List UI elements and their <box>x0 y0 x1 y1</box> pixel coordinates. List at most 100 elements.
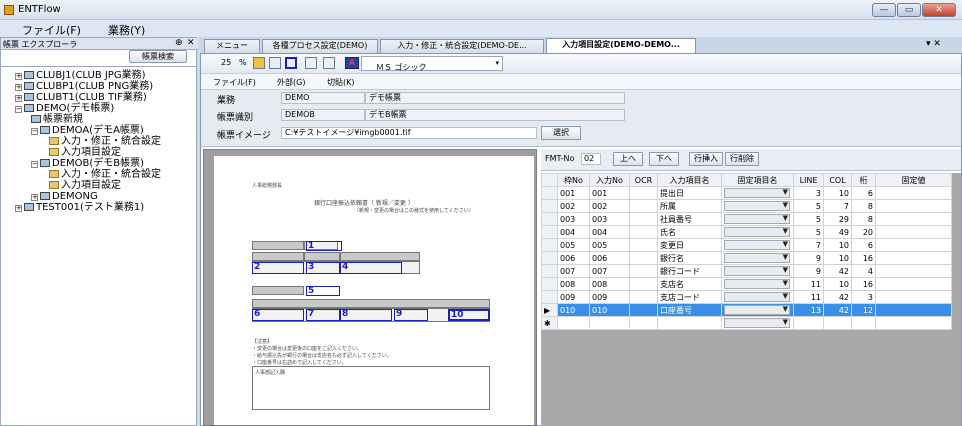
fixed-item-select[interactable] <box>724 240 790 250</box>
window-icon[interactable] <box>323 57 335 69</box>
table-cell[interactable] <box>875 225 952 239</box>
table-row[interactable]: 001001 提出日 3106 <box>541 186 952 200</box>
table-cell[interactable]: 008 <box>557 277 590 291</box>
table-cell[interactable]: 002 <box>589 199 630 213</box>
tab-close-icon[interactable]: ▾ ✕ <box>926 39 941 49</box>
new-row-icon[interactable]: ✱ <box>541 316 558 330</box>
table-cell[interactable] <box>629 303 658 317</box>
table-cell[interactable] <box>875 303 952 317</box>
close-button[interactable]: ✕ <box>922 3 956 17</box>
field-box-2[interactable]: 2 <box>252 262 304 274</box>
table-cell[interactable]: 010 <box>589 303 630 317</box>
minimize-button[interactable]: — <box>872 3 896 17</box>
table-cell[interactable]: 010 <box>557 303 590 317</box>
image-viewer[interactable]: 人事総務部長 銀行口座振込依頼書（ 新規／変更 ） （新規・変更の場合はこの様式… <box>203 149 537 426</box>
zoom-value[interactable]: 25 <box>221 58 231 67</box>
tree-node-clubt1[interactable]: + CLUBT1(CLUB TIF業務) <box>15 92 147 103</box>
tab-menu[interactable]: メニュー <box>204 39 260 53</box>
pin-icon[interactable]: ⊕ <box>175 38 183 48</box>
table-cell[interactable]: 3 <box>793 186 824 200</box>
fixed-item-select[interactable] <box>724 201 790 211</box>
collapse-icon[interactable]: − <box>31 128 38 135</box>
table-cell[interactable]: 5 <box>793 225 824 239</box>
table-cell[interactable] <box>657 316 722 330</box>
table-cell[interactable] <box>875 199 952 213</box>
table-cell[interactable]: 8 <box>851 199 876 213</box>
table-cell[interactable]: 所属 <box>657 199 722 213</box>
table-cell[interactable] <box>629 290 658 304</box>
fixed-item-combo[interactable] <box>721 264 794 278</box>
zoom-percent-icon[interactable]: % <box>239 58 247 67</box>
table-cell[interactable]: 005 <box>557 238 590 252</box>
fixed-item-select[interactable] <box>724 227 790 237</box>
field-box-1[interactable]: 1 <box>306 241 342 251</box>
table-cell[interactable]: 10 <box>823 251 852 265</box>
table-cell[interactable]: 6 <box>851 238 876 252</box>
fixed-item-combo[interactable] <box>721 277 794 291</box>
fixed-item-combo[interactable] <box>721 251 794 265</box>
tree-node-demoa[interactable]: − DEMOA(デモA帳票) <box>31 125 144 136</box>
table-cell[interactable]: 29 <box>823 212 852 226</box>
table-cell[interactable]: 11 <box>793 277 824 291</box>
table-cell[interactable]: 007 <box>557 264 590 278</box>
tree-node-demoa-item-settings[interactable]: 入力項目設定 <box>49 147 121 158</box>
table-cell[interactable]: 12 <box>851 303 876 317</box>
table-cell[interactable] <box>629 277 658 291</box>
image-path-field[interactable]: C:¥テストイメージ¥imgb0001.tif <box>281 127 537 139</box>
col-header[interactable]: 固定項目名 <box>721 173 794 187</box>
field-box-4[interactable]: 4 <box>340 262 402 274</box>
fit-icon[interactable] <box>305 57 317 69</box>
field-box-3[interactable]: 3 <box>306 262 340 274</box>
table-cell[interactable]: 提出日 <box>657 186 722 200</box>
table-cell[interactable]: 3 <box>851 290 876 304</box>
table-cell[interactable]: 5 <box>793 199 824 213</box>
expand-icon[interactable]: + <box>15 205 22 212</box>
table-row[interactable]: 002002 所属 578 <box>541 199 952 213</box>
table-cell[interactable]: 003 <box>589 212 630 226</box>
fixed-item-combo[interactable] <box>721 212 794 226</box>
field-box-10[interactable]: 10 <box>448 309 490 321</box>
fixed-item-select[interactable] <box>724 266 790 276</box>
fixed-item-select[interactable] <box>724 279 790 289</box>
insert-row-button[interactable]: 行挿入 <box>689 152 723 166</box>
fixed-item-combo[interactable] <box>721 290 794 304</box>
table-row[interactable]: 004004 氏名 54920 <box>541 225 952 239</box>
table-cell[interactable]: 10 <box>823 277 852 291</box>
table-cell[interactable]: 9 <box>793 251 824 265</box>
table-cell[interactable]: 13 <box>793 303 824 317</box>
form-search-button[interactable]: 帳票検索 <box>129 50 187 63</box>
fixed-item-select[interactable] <box>724 318 790 328</box>
table-cell[interactable]: 10 <box>823 186 852 200</box>
table-cell[interactable]: 変更日 <box>657 238 722 252</box>
row-header[interactable]: ▶ <box>541 303 558 317</box>
table-cell[interactable] <box>629 186 658 200</box>
fmt-no-field[interactable]: 02 <box>581 153 601 165</box>
table-cell[interactable]: 7 <box>793 238 824 252</box>
table-cell[interactable]: 008 <box>589 277 630 291</box>
tab-process-settings[interactable]: 各種プロセス設定(DEMO) <box>262 39 378 53</box>
col-header[interactable]: 枠No <box>557 173 590 187</box>
table-cell[interactable]: 001 <box>557 186 590 200</box>
table-cell[interactable]: 20 <box>851 225 876 239</box>
table-cell[interactable] <box>875 264 952 278</box>
table-cell[interactable]: 004 <box>589 225 630 239</box>
col-header[interactable]: 入力No <box>589 173 630 187</box>
field-box-8[interactable]: 8 <box>340 309 392 321</box>
table-cell[interactable]: 5 <box>793 212 824 226</box>
expand-icon[interactable]: + <box>31 194 38 201</box>
table-cell[interactable]: 氏名 <box>657 225 722 239</box>
select-image-button[interactable]: 選択 <box>541 126 581 140</box>
col-header[interactable]: OCR <box>629 173 658 187</box>
font-icon[interactable]: A <box>345 57 359 69</box>
table-row[interactable]: 007007 銀行コード 9424 <box>541 264 952 278</box>
table-cell[interactable]: 6 <box>851 186 876 200</box>
submenu-file[interactable]: ファイル(F) <box>213 77 256 88</box>
maximize-button[interactable]: ▭ <box>897 3 921 17</box>
expand-icon[interactable]: + <box>15 84 22 91</box>
field-box-6[interactable]: 6 <box>252 309 304 321</box>
tree-node-new-form[interactable]: 帳票新規 <box>31 114 83 125</box>
fixed-item-select[interactable] <box>724 188 790 198</box>
table-row[interactable]: 009009 支店コード 11423 <box>541 290 952 304</box>
fixed-item-select[interactable] <box>724 292 790 302</box>
move-up-button[interactable]: 上へ <box>613 152 643 166</box>
